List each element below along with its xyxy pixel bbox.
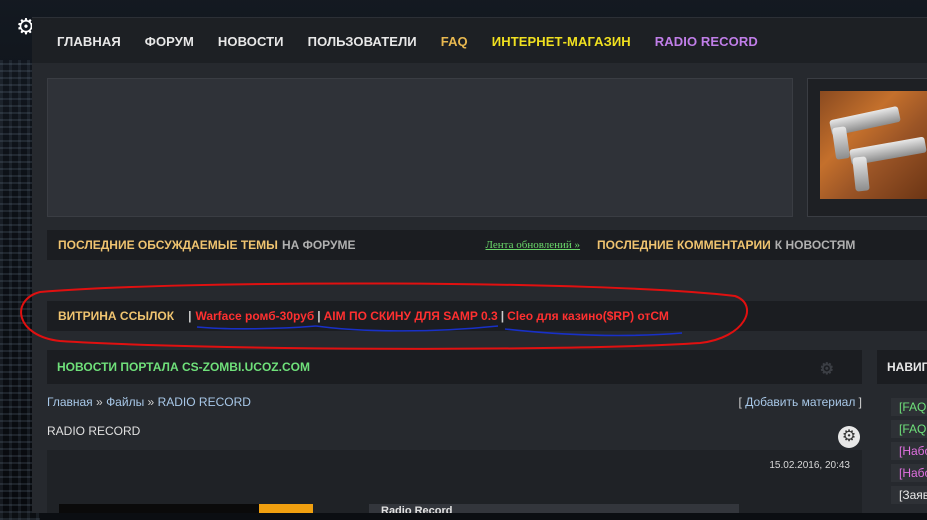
separator: | xyxy=(500,309,505,323)
sidebar-item-faq-2[interactable]: [FAQ xyxy=(891,420,927,438)
nav-forum[interactable]: ФОРУМ xyxy=(145,34,194,49)
post-image-accent xyxy=(259,504,313,513)
add-material: [ Добавить материал ] xyxy=(738,395,862,409)
showcase-link-warface[interactable]: Warface ромб-30руб xyxy=(195,309,314,323)
nav-faq[interactable]: FAQ xyxy=(441,34,468,49)
latest-topics-subtitle: НА ФОРУМЕ xyxy=(281,238,356,252)
post-image xyxy=(59,504,259,513)
sidebar-nav-header: НАВИГ xyxy=(877,350,927,384)
latest-topics-bar: ПОСЛЕДНИЕ ОБСУЖДАЕМЫЕ ТЕМЫ НА ФОРУМЕ Лен… xyxy=(47,230,927,260)
sidebar-item-request[interactable]: [Заяв xyxy=(891,486,927,504)
sidebar-item-recruit-2[interactable]: [Набо xyxy=(891,464,927,482)
sidebar-item-label: [Набо xyxy=(899,444,927,458)
sidebar-item-label: [Заяв xyxy=(899,488,927,502)
breadcrumb-separator: » xyxy=(147,395,155,409)
breadcrumb-files[interactable]: Файлы xyxy=(106,395,144,409)
sidebar-item-label: [Набо xyxy=(899,466,927,480)
breadcrumb-separator: » xyxy=(96,395,103,409)
gear-icon: ⚙ xyxy=(819,361,834,378)
nav-news[interactable]: НОВОСТИ xyxy=(218,34,284,49)
latest-comments-subtitle: К НОВОСТЯМ xyxy=(774,238,856,252)
gear-icon[interactable]: ⚙ xyxy=(838,426,860,448)
sidebar-nav-list: [FAQ [FAQ [Набо [Набо [Заяв xyxy=(891,398,927,508)
sidebar-item-label: [FAQ xyxy=(899,422,927,436)
top-navigation: ГЛАВНАЯ ФОРУМ НОВОСТИ ПОЛЬЗОВАТЕЛИ FAQ И… xyxy=(32,17,927,64)
portal-news-title: НОВОСТИ ПОРТАЛА CS-ZOMBI.UCOZ.COM xyxy=(57,360,310,374)
showcase-link-aim-samp[interactable]: AIM ПО СКИНУ ДЛЯ SAMP 0.3 xyxy=(324,309,498,323)
pistols-image xyxy=(820,91,927,199)
showcase-bar: ВИТРИНА ССЫЛОК | Warface ромб-30руб | AI… xyxy=(47,301,927,331)
nav-home[interactable]: ГЛАВНАЯ xyxy=(57,34,121,49)
breadcrumb-home[interactable]: Главная xyxy=(47,395,93,409)
breadcrumb-radio-record[interactable]: RADIO RECORD xyxy=(158,395,251,409)
sidebar-item-faq-1[interactable]: [FAQ xyxy=(891,398,927,416)
showcase-title: ВИТРИНА ССЫЛОК xyxy=(58,309,175,323)
section-title: RADIO RECORD xyxy=(47,424,141,438)
post-entry: 15.02.2016, 20:43 Radio Record xyxy=(47,450,862,513)
header-banner xyxy=(47,78,793,217)
showcase-link-cleo[interactable]: Cleo для казино($RP) отСМ xyxy=(507,309,669,323)
breadcrumb: Главная » Файлы » RADIO RECORD xyxy=(47,395,251,409)
add-material-link[interactable]: Добавить материал xyxy=(745,395,855,409)
post-title[interactable]: Radio Record xyxy=(381,504,453,513)
nav-users[interactable]: ПОЛЬЗОВАТЕЛИ xyxy=(308,34,417,49)
separator: | xyxy=(317,309,321,323)
latest-topics-title: ПОСЛЕДНИЕ ОБСУЖДАЕМЫЕ ТЕМЫ xyxy=(58,238,278,252)
sidebar-nav-title: НАВИГ xyxy=(887,360,927,374)
separator: | xyxy=(188,309,192,323)
nav-radio-record[interactable]: RADIO RECORD xyxy=(655,34,758,49)
latest-comments-title: ПОСЛЕДНИЕ КОММЕНТАРИИ xyxy=(597,238,771,252)
nav-shop[interactable]: ИНТЕРНЕТ-МАГАЗИН xyxy=(492,34,631,49)
post-date: 15.02.2016, 20:43 xyxy=(769,460,850,471)
promo-image-box[interactable] xyxy=(807,78,927,217)
portal-news-header: НОВОСТИ ПОРТАЛА CS-ZOMBI.UCOZ.COM ⚙ xyxy=(47,350,862,384)
sidebar-item-recruit-1[interactable]: [Набо xyxy=(891,442,927,460)
sidebar-item-label: [FAQ xyxy=(899,400,927,414)
updates-feed-link[interactable]: Лента обновлений » xyxy=(486,239,581,251)
